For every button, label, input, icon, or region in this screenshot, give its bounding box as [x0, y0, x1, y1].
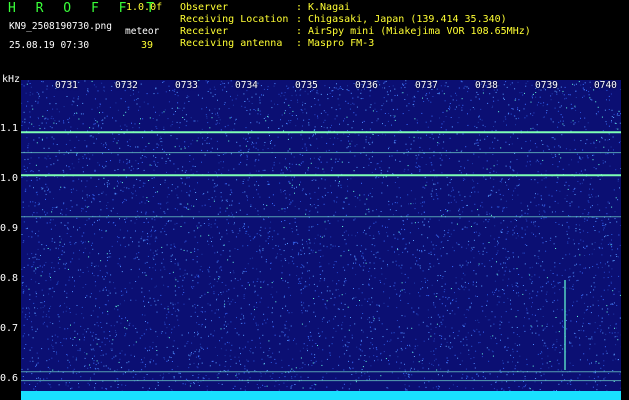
location-value: Chigasaki, Japan (139.414 35.340) — [308, 14, 507, 25]
freq-tick-0-9: 0.9 — [0, 223, 19, 234]
time-tick-0739: 0739 — [535, 80, 558, 91]
freq-tick-0-8: 0.8 — [0, 273, 19, 284]
freq-tick-0-7: 0.7 — [0, 323, 19, 334]
antenna-value: Maspro FM-3 — [308, 38, 375, 49]
time-tick-0736: 0736 — [355, 80, 378, 91]
antenna-key: Receiving antenna — [180, 38, 283, 49]
location-colon: : — [296, 14, 303, 25]
time-tick-0731: 0731 — [55, 80, 78, 91]
baseline-strip — [21, 391, 621, 400]
freq-tick-0-6: 0.6 — [0, 373, 19, 384]
receiver-key: Receiver — [180, 26, 229, 37]
receiver-value: AirSpy mini (Miakejima VOR 108.65MHz) — [308, 26, 531, 37]
time-tick-0733: 0733 — [175, 80, 198, 91]
location-key: Receiving Location — [180, 14, 289, 25]
time-tick-0732: 0732 — [115, 80, 138, 91]
version-label: 1.0.0f — [126, 2, 163, 13]
observer-colon: : — [296, 2, 303, 13]
meteor-count: 39 — [141, 40, 154, 51]
receiver-colon: : — [296, 26, 303, 37]
observer-key: Observer — [180, 2, 229, 13]
observer-value: K.Nagai — [308, 2, 351, 13]
antenna-colon: : — [296, 38, 303, 49]
time-tick-0734: 0734 — [235, 80, 258, 91]
y-unit-label: kHz — [2, 74, 21, 85]
freq-tick-1-1: 1.1 — [0, 123, 19, 134]
spectrogram-canvas — [21, 80, 621, 391]
time-tick-0735: 0735 — [295, 80, 318, 91]
header-panel: H R O F F T 1.0.0f KN9_2508190730.png me… — [0, 0, 629, 75]
noise-speckle — [21, 80, 621, 391]
time-tick-0738: 0738 — [475, 80, 498, 91]
filename-label: KN9_2508190730.png — [9, 21, 112, 32]
freq-tick-1-0: 1.0 — [0, 173, 19, 184]
time-tick-0737: 0737 — [415, 80, 438, 91]
time-tick-0740: 0740 — [594, 80, 617, 91]
meteor-label: meteor — [125, 26, 160, 37]
datetime-label: 25.08.19 07:30 — [9, 40, 90, 51]
spectrogram-plot — [21, 80, 621, 391]
